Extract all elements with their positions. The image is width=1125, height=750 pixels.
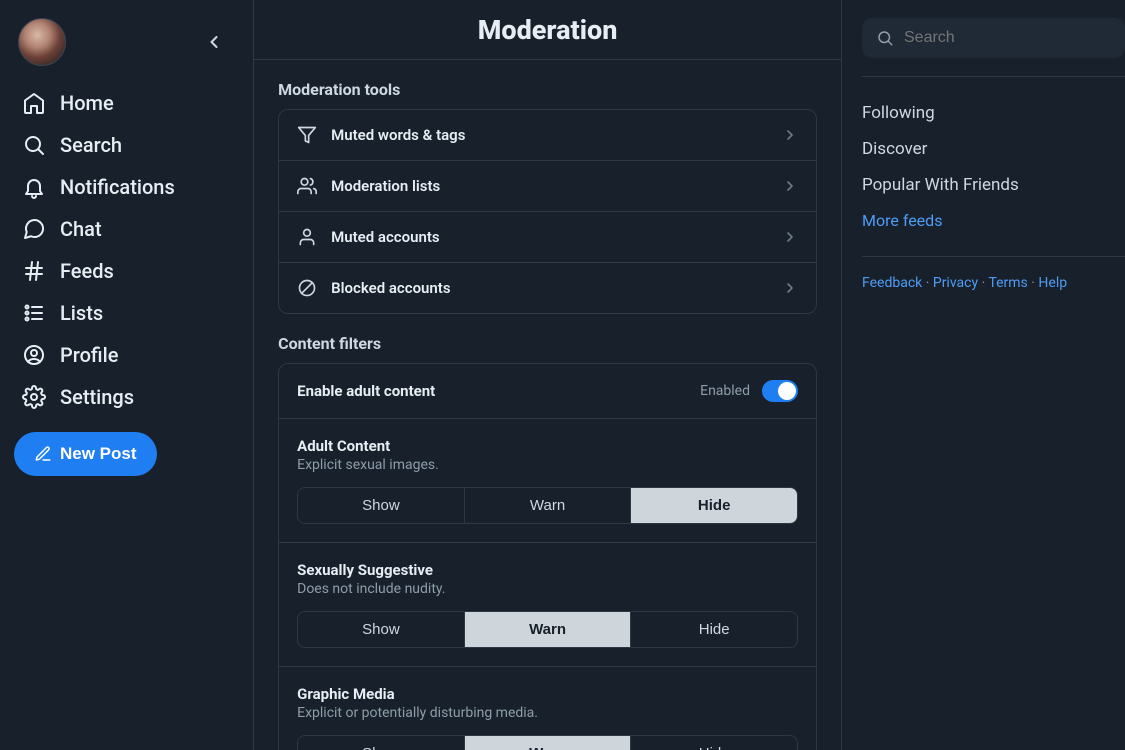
nav-label: Home (60, 91, 114, 115)
bell-icon (22, 175, 46, 199)
feed-discover[interactable]: Discover (862, 131, 1125, 167)
filter-group: Adult Content Explicit sexual images. Sh… (279, 419, 816, 543)
filter-option-warn[interactable]: Warn (465, 736, 632, 750)
nav-label: Feeds (60, 259, 114, 283)
search-icon (22, 133, 46, 157)
hash-icon (22, 259, 46, 283)
filter-group-desc: Explicit or potentially disturbing media… (297, 705, 798, 721)
user-icon (297, 227, 317, 247)
filter-group-desc: Explicit sexual images. (297, 457, 798, 473)
nav-feeds[interactable]: Feeds (14, 250, 239, 292)
filter-segmented-control: Show Warn Hide (297, 487, 798, 524)
filter-option-hide[interactable]: Hide (631, 736, 797, 750)
footer-feedback[interactable]: Feedback (862, 275, 922, 291)
content-filters-panel: Enable adult content Enabled Adult Conte… (278, 363, 817, 750)
profile-icon (22, 343, 46, 367)
nav-chat[interactable]: Chat (14, 208, 239, 250)
feed-popular-with-friends[interactable]: Popular With Friends (862, 167, 1125, 203)
avatar[interactable] (18, 18, 66, 66)
enabled-text: Enabled (700, 383, 750, 399)
chevron-right-icon (782, 280, 798, 296)
footer-terms[interactable]: Terms (988, 275, 1027, 291)
chevron-left-icon (204, 32, 224, 52)
footer-privacy[interactable]: Privacy (933, 275, 978, 291)
footer-links: Feedback · Privacy · Terms · Help (862, 275, 1125, 291)
enable-adult-content-label: Enable adult content (297, 382, 435, 400)
tool-muted-words[interactable]: Muted words & tags (279, 110, 816, 161)
filter-segmented-control: Show Warn Hide (297, 735, 798, 750)
tool-moderation-lists[interactable]: Moderation lists (279, 161, 816, 212)
tool-label: Muted words & tags (331, 126, 768, 144)
list-icon (22, 301, 46, 325)
chat-icon (22, 217, 46, 241)
content-filters-title: Content filters (278, 334, 817, 353)
home-icon (22, 91, 46, 115)
nav-label: Profile (60, 343, 118, 367)
filter-group-title: Graphic Media (297, 685, 798, 703)
search-input[interactable] (904, 29, 1111, 47)
filter-option-warn[interactable]: Warn (465, 488, 632, 523)
page-title: Moderation (254, 0, 841, 60)
block-icon (297, 278, 317, 298)
tool-blocked-accounts[interactable]: Blocked accounts (279, 263, 816, 313)
nav-home[interactable]: Home (14, 82, 239, 124)
search-box[interactable] (862, 18, 1125, 58)
nav-search[interactable]: Search (14, 124, 239, 166)
nav-settings[interactable]: Settings (14, 376, 239, 418)
filter-option-show[interactable]: Show (298, 612, 465, 647)
more-feeds-link[interactable]: More feeds (862, 203, 1125, 238)
nav-label: Lists (60, 301, 103, 325)
tool-label: Blocked accounts (331, 279, 768, 297)
adult-content-toggle[interactable] (762, 380, 798, 402)
filter-group-title: Adult Content (297, 437, 798, 455)
collapse-sidebar-button[interactable] (197, 25, 231, 59)
filter-group: Graphic Media Explicit or potentially di… (279, 667, 816, 750)
compose-icon (34, 445, 52, 463)
moderation-tools-title: Moderation tools (278, 80, 817, 99)
chevron-right-icon (782, 127, 798, 143)
feed-following[interactable]: Following (862, 95, 1125, 131)
search-icon (876, 29, 894, 47)
tool-label: Muted accounts (331, 228, 768, 246)
feed-list: Following Discover Popular With Friends (862, 95, 1125, 203)
filter-group: Sexually Suggestive Does not include nud… (279, 543, 816, 667)
nav-label: Chat (60, 217, 102, 241)
moderation-tools-list: Muted words & tags Moderation lists Mute… (278, 109, 817, 314)
chevron-right-icon (782, 178, 798, 194)
nav-label: Notifications (60, 175, 175, 199)
nav-label: Search (60, 133, 122, 157)
filter-option-warn[interactable]: Warn (465, 612, 632, 647)
filter-group-title: Sexually Suggestive (297, 561, 798, 579)
left-sidebar: Home Search Notifications Chat Feeds Lis… (0, 0, 254, 750)
right-sidebar: Following Discover Popular With Friends … (842, 0, 1125, 750)
filter-option-show[interactable]: Show (298, 488, 465, 523)
footer-help[interactable]: Help (1038, 275, 1067, 291)
filter-option-hide[interactable]: Hide (631, 612, 797, 647)
filter-segmented-control: Show Warn Hide (297, 611, 798, 648)
filter-option-show[interactable]: Show (298, 736, 465, 750)
filter-group-desc: Does not include nudity. (297, 581, 798, 597)
nav-lists[interactable]: Lists (14, 292, 239, 334)
users-icon (297, 176, 317, 196)
new-post-button[interactable]: New Post (14, 432, 157, 476)
filter-option-hide[interactable]: Hide (631, 488, 797, 523)
nav-notifications[interactable]: Notifications (14, 166, 239, 208)
tool-label: Moderation lists (331, 177, 768, 195)
main-content: Moderation Moderation tools Muted words … (254, 0, 842, 750)
chevron-right-icon (782, 229, 798, 245)
gear-icon (22, 385, 46, 409)
tool-muted-accounts[interactable]: Muted accounts (279, 212, 816, 263)
new-post-label: New Post (60, 444, 137, 464)
nav-profile[interactable]: Profile (14, 334, 239, 376)
filter-icon (297, 125, 317, 145)
nav-label: Settings (60, 385, 134, 409)
